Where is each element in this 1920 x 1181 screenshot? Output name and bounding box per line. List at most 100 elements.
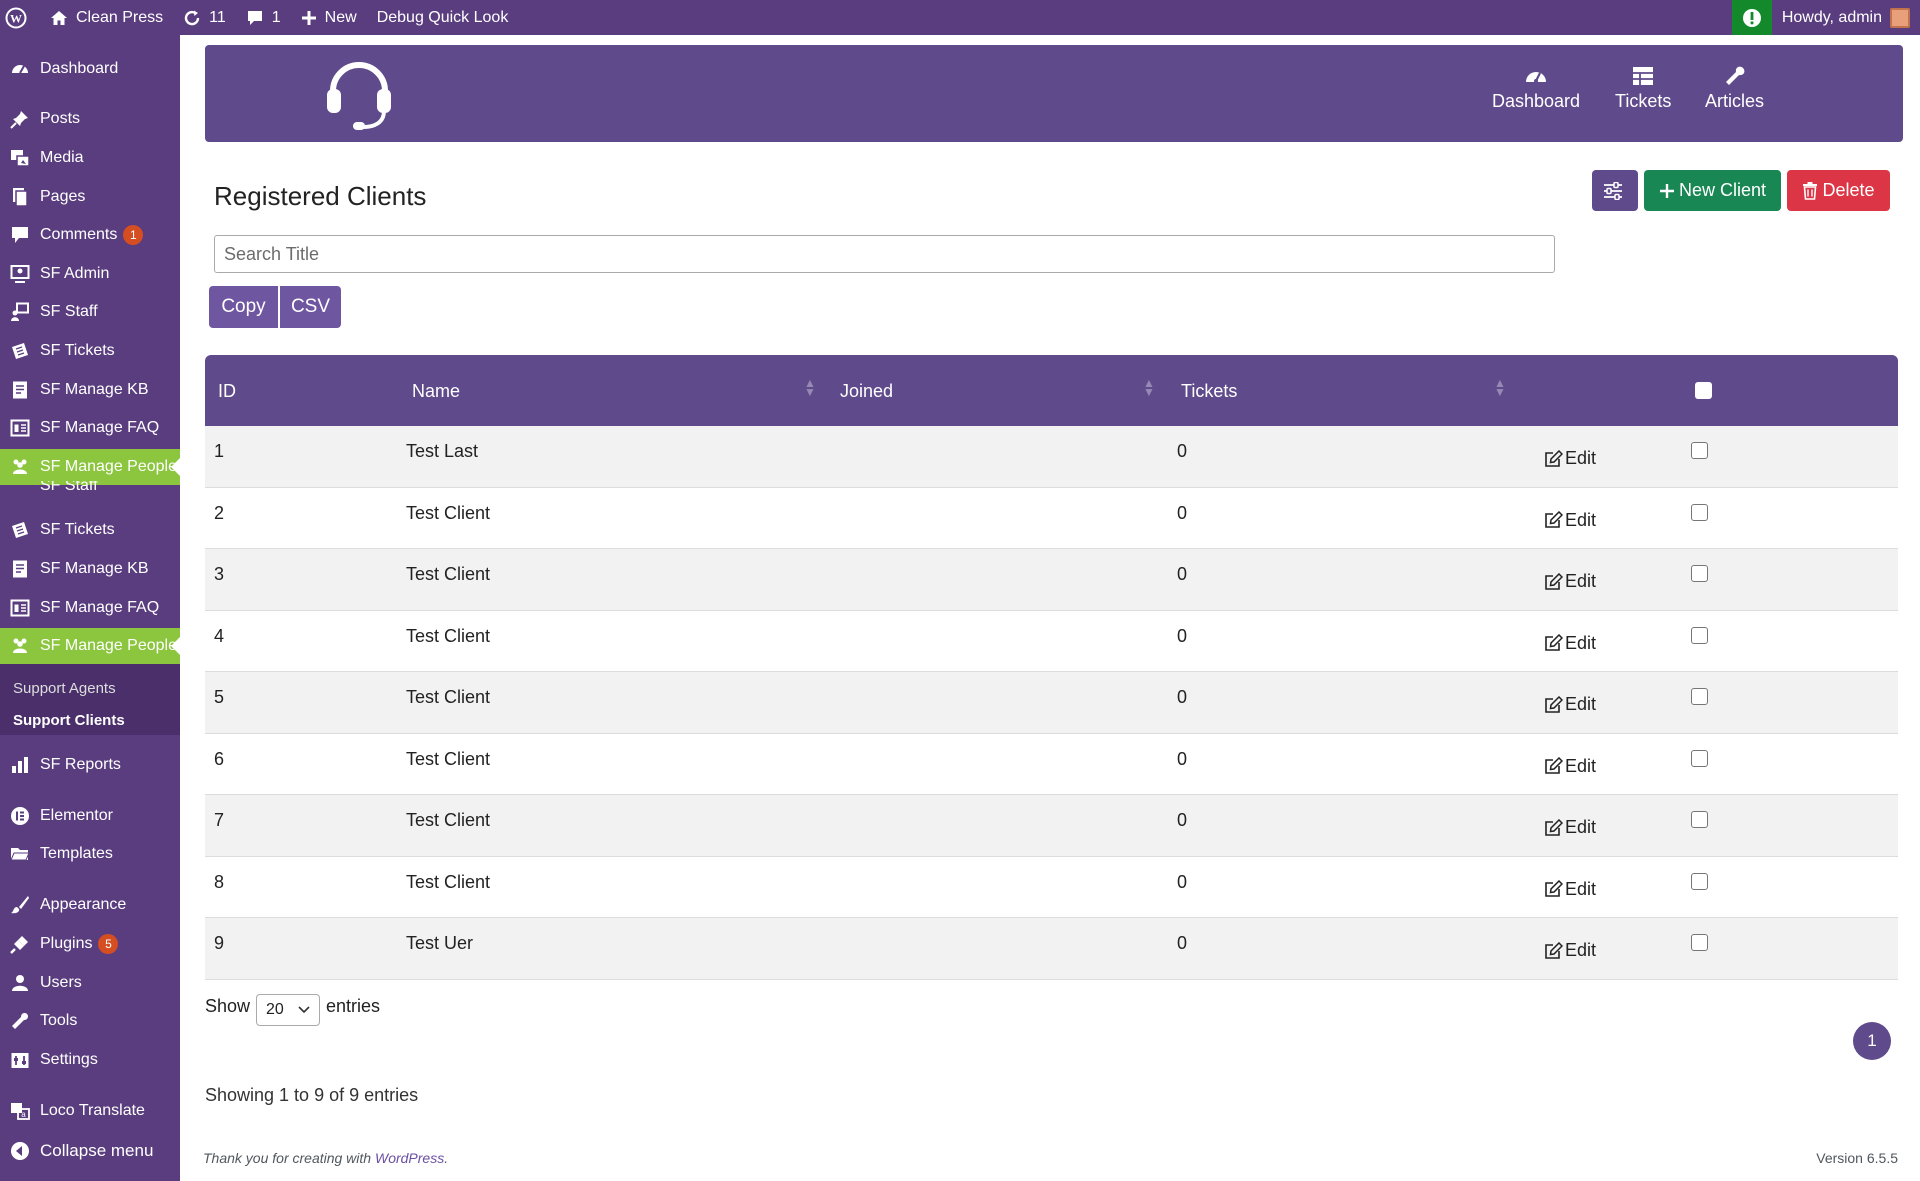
sidebar-item-sf-admin[interactable]: SF Admin	[0, 256, 180, 292]
select-all-checkbox[interactable]	[1695, 382, 1712, 399]
comments-link[interactable]: 1	[236, 0, 291, 35]
sidebar-item-media[interactable]: Media	[0, 140, 180, 176]
sidebar-item-sf-reports[interactable]: SF Reports	[0, 747, 180, 783]
sidebar-item-sf-manage-kb-2[interactable]: SF Manage KB	[0, 551, 180, 587]
sidebar-item-sf-manage-faq[interactable]: SF Manage FAQ	[0, 410, 180, 446]
sort-icon[interactable]: ▲ ▼	[804, 377, 816, 398]
media-icon	[11, 150, 30, 167]
row-checkbox[interactable]	[1691, 442, 1708, 459]
sidebar-item-elementor[interactable]: Elementor	[0, 798, 180, 834]
edit-label: Edit	[1565, 694, 1597, 714]
sidebar-item-appearance[interactable]: Appearance	[0, 887, 180, 923]
edit-button[interactable]: Edit	[1544, 879, 1596, 900]
sidebar-item-sf-staff[interactable]: SF Staff	[0, 294, 180, 330]
sidebar-item-settings[interactable]: Settings	[0, 1042, 180, 1078]
column-header-id[interactable]: ID	[218, 381, 236, 402]
sidebar-item-templates[interactable]: Templates	[0, 836, 180, 872]
topnav-tickets[interactable]: Tickets	[1615, 65, 1671, 112]
edit-icon	[1545, 757, 1563, 774]
submenu-support-clients[interactable]: Support Clients	[13, 712, 125, 729]
row-checkbox[interactable]	[1691, 565, 1708, 582]
edit-button[interactable]: Edit	[1544, 633, 1596, 654]
alert-icon[interactable]	[1731, 0, 1772, 35]
edit-button[interactable]: Edit	[1544, 571, 1596, 592]
edit-button[interactable]: Edit	[1544, 940, 1596, 961]
delete-label: Delete	[1822, 180, 1875, 200]
sidebar-item-label: SF Manage KB	[40, 381, 149, 398]
column-header-joined[interactable]: Joined	[840, 381, 893, 402]
row-checkbox[interactable]	[1691, 688, 1708, 705]
wrench-icon	[1725, 66, 1744, 85]
sidebar-item-posts[interactable]: Posts	[0, 101, 180, 137]
sidebar-item-sf-manage-kb[interactable]: SF Manage KB	[0, 372, 180, 408]
edit-button[interactable]: Edit	[1544, 510, 1596, 531]
comment-icon	[247, 10, 262, 25]
svg-text:a: a	[21, 1110, 26, 1119]
sidebar-item-sf-tickets-2[interactable]: SF Tickets	[0, 512, 180, 548]
page-length-select[interactable]: 20	[256, 994, 321, 1026]
row-checkbox[interactable]	[1691, 811, 1708, 828]
wordpress-logo-icon[interactable]: W	[0, 0, 40, 35]
sidebar-item-loco-translate[interactable]: a Loco Translate	[0, 1093, 180, 1129]
csv-button[interactable]: CSV	[280, 286, 341, 328]
edit-button[interactable]: Edit	[1544, 756, 1596, 777]
sidebar-item-label: Pages	[40, 188, 86, 205]
edit-button[interactable]: Edit	[1544, 694, 1596, 715]
filter-settings-button[interactable]	[1592, 170, 1638, 211]
cell-tickets: 0	[1177, 748, 1188, 769]
sidebar-item-pages[interactable]: Pages	[0, 179, 180, 215]
sidebar-item-label: Users	[40, 974, 82, 991]
show-label: Show	[205, 995, 251, 1016]
sidebar-item-sf-tickets[interactable]: SF Tickets	[0, 333, 180, 369]
sidebar-item-label: SF Staff	[40, 303, 98, 320]
new-content-link[interactable]: New	[291, 0, 367, 35]
sidebar-item-users[interactable]: Users	[0, 965, 180, 1001]
sidebar-item-comments[interactable]: Comments 1	[0, 217, 180, 253]
sidebar-item-label: SF Manage People	[40, 458, 177, 475]
row-checkbox[interactable]	[1691, 749, 1708, 767]
copy-button[interactable]: Copy	[209, 286, 278, 328]
debug-quick-look-link[interactable]: Debug Quick Look	[367, 0, 519, 35]
search-input[interactable]	[214, 235, 1555, 273]
new-client-button[interactable]: New Client	[1644, 170, 1781, 211]
column-header-name[interactable]: Name	[412, 381, 460, 402]
edit-label: Edit	[1565, 755, 1597, 776]
sidebar-item-tools[interactable]: Tools	[0, 1003, 180, 1039]
sidebar-item-plugins[interactable]: Plugins 5	[0, 926, 180, 962]
wordpress-link[interactable]: WordPress	[375, 1150, 444, 1166]
topnav-articles-label: Articles	[1705, 91, 1765, 111]
footer-thanks: Thank you for creating with WordPress.	[203, 1150, 448, 1166]
site-name-link[interactable]: Clean Press	[40, 0, 173, 35]
row-checkbox[interactable]	[1691, 626, 1708, 644]
row-checkbox[interactable]	[1691, 503, 1708, 521]
topnav-articles[interactable]: Articles	[1705, 65, 1764, 112]
updates-count: 11	[209, 8, 226, 26]
submenu-support-agents[interactable]: Support Agents	[13, 680, 116, 697]
cell-name: Test Client	[406, 687, 491, 707]
edit-button[interactable]: Edit	[1544, 817, 1596, 838]
cell-id: 9	[214, 933, 225, 953]
delete-button[interactable]: Delete	[1787, 170, 1890, 211]
svg-text:W: W	[10, 11, 22, 25]
settings-icon	[11, 1053, 29, 1068]
my-account-link[interactable]: Howdy, admin	[1772, 0, 1920, 35]
kb-icon	[13, 381, 27, 399]
sort-icon[interactable]: ▲ ▼	[1143, 377, 1155, 398]
row-checkbox[interactable]	[1691, 934, 1708, 951]
sidebar-item-sf-manage-faq-2[interactable]: SF Manage FAQ	[0, 590, 180, 626]
dashboard-icon	[12, 65, 28, 74]
row-checkbox[interactable]	[1691, 872, 1708, 890]
topnav-dashboard[interactable]: Dashboard	[1492, 65, 1580, 112]
updates-link[interactable]: 11	[173, 0, 236, 35]
collapse-menu-button[interactable]: Collapse menu	[0, 1133, 180, 1169]
home-icon	[51, 10, 67, 25]
sidebar-item-sf-manage-people-2[interactable]: SF Manage People	[0, 628, 180, 664]
sidebar-item-dashboard[interactable]: Dashboard	[0, 51, 180, 87]
column-header-tickets[interactable]: Tickets	[1181, 381, 1237, 402]
pagination-page-1[interactable]: 1	[1853, 1022, 1891, 1060]
edit-button[interactable]: Edit	[1544, 448, 1596, 469]
comment-icon	[12, 227, 28, 243]
sort-icon[interactable]: ▲ ▼	[1494, 377, 1506, 398]
sidebar-item-sf-manage-people[interactable]: SF Manage People	[0, 449, 180, 485]
user-icon	[12, 975, 28, 991]
